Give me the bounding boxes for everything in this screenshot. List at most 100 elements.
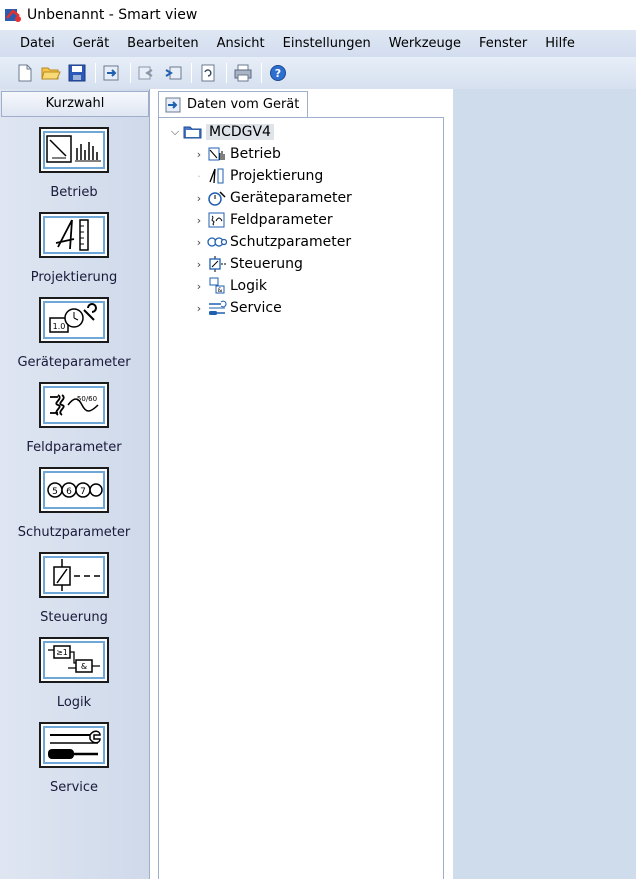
chevron-right-icon[interactable]: › [193,276,205,296]
menu-ansicht[interactable]: Ansicht [208,30,274,57]
tree-item-label: Schutzparameter [230,234,352,250]
tree-item-service[interactable]: › Service [193,298,282,318]
steuerung-icon[interactable] [39,552,109,598]
chevron-right-icon[interactable]: › [193,254,205,274]
logik-node-icon: & [209,277,225,294]
receive-icon [138,66,153,80]
quick-item-service[interactable]: Service [0,722,148,795]
svg-text:&: & [81,662,87,671]
quick-label-schutzparameter: Schutzparameter [17,525,131,540]
tree-item-label: Steuerung [230,256,303,272]
tree-item-steuerung[interactable]: › Steuerung [193,254,303,274]
quick-item-geraeteparameter[interactable]: 1.0 Geräteparameter [0,297,148,370]
workspace-area [453,89,636,879]
send-button[interactable] [162,62,184,84]
quick-item-betrieb[interactable]: Betrieb [0,127,148,200]
schutzparameter-node-icon [207,237,227,247]
new-file-icon [18,64,32,82]
menu-geraet[interactable]: Gerät [64,30,118,57]
refresh-button[interactable] [197,62,219,84]
quick-item-feldparameter[interactable]: 50/60 Feldparameter [0,382,148,455]
chevron-right-icon[interactable]: › [193,298,205,318]
toolbar-separator [130,63,131,83]
svg-text:6: 6 [66,487,72,497]
quickbar-header: Kurzwahl [1,91,149,117]
steuerung-node-icon [209,256,226,272]
tree-item-label: Service [230,300,282,316]
chevron-right-icon[interactable]: › [193,232,205,252]
device-data-icon [165,97,181,112]
menu-datei[interactable]: Datei [11,30,64,57]
tree-item-schutzparameter[interactable]: › Schutzparameter [193,232,351,252]
tree-item-label: Geräteparameter [230,190,352,206]
chevron-right-icon[interactable]: › [193,188,205,208]
svg-text:1.0: 1.0 [53,322,66,331]
quick-label-projektierung: Projektierung [30,270,118,285]
transfer-button[interactable] [101,62,123,84]
open-button[interactable] [40,62,62,84]
chevron-right-icon[interactable]: › [193,210,205,230]
open-folder-icon [41,67,61,80]
tab-label: Daten vom Gerät [187,97,300,112]
quick-label-service: Service [49,780,99,795]
quick-label-feldparameter: Feldparameter [26,440,122,455]
tree-item-feldparameter[interactable]: › Feldparameter [193,210,333,230]
svg-text:5: 5 [52,487,58,497]
quick-label-geraeteparameter: Geräteparameter [17,355,131,370]
tree-item-logik[interactable]: › & Logik [193,276,267,296]
tree-item-geraeteparameter[interactable]: › Geräteparameter [193,188,352,208]
send-icon [165,66,182,80]
service-icon[interactable] [39,722,109,768]
betrieb-icon[interactable] [39,127,109,173]
new-file-button[interactable] [14,62,36,84]
projektierung-node-icon [209,168,224,184]
quick-label-betrieb: Betrieb [50,185,98,200]
folder-icon [183,126,202,139]
menu-fenster[interactable]: Fenster [470,30,536,57]
print-icon [234,64,252,82]
logik-icon[interactable]: ≥1 & [39,637,109,683]
feldparameter-icon[interactable]: 50/60 [39,382,109,428]
menu-bar: Datei Gerät Bearbeiten Ansicht Einstellu… [0,30,636,57]
svg-text:?: ? [275,67,281,80]
geraeteparameter-icon[interactable]: 1.0 [39,297,109,343]
tree-connector: · [197,169,201,183]
tree-view: ⌵ MCDGV4 › Betrieb · Projektierung › Ger… [158,117,444,879]
tree-item-projektierung[interactable]: · Projektierung [193,166,323,186]
toolbar: ? [0,57,636,89]
projektierung-icon[interactable] [39,212,109,258]
tab-daten-vom-geraet[interactable]: Daten vom Gerät [158,91,309,117]
receive-button[interactable] [136,62,158,84]
tree-item-betrieb[interactable]: › Betrieb [193,144,281,164]
print-button[interactable] [232,62,254,84]
save-button[interactable] [66,62,88,84]
tree-item-label: Betrieb [230,146,281,162]
transfer-icon [103,65,119,81]
chevron-down-icon[interactable]: ⌵ [169,122,181,142]
toolbar-separator [261,63,262,83]
menu-bearbeiten[interactable]: Bearbeiten [118,30,207,57]
quick-item-logik[interactable]: ≥1 & Logik [0,637,148,710]
svg-text:7: 7 [80,487,86,497]
menu-einstellungen[interactable]: Einstellungen [274,30,380,57]
quick-label-logik: Logik [56,695,92,710]
service-node-icon [209,300,227,315]
toolbar-separator [191,63,192,83]
refresh-icon [201,64,215,82]
help-button[interactable]: ? [267,62,289,84]
help-icon: ? [270,65,286,81]
quickbar-panel: Kurzwahl Betrieb Projektierung 1.0 Gerät… [0,89,150,879]
toolbar-separator [95,63,96,83]
schutzparameter-icon[interactable]: 5 6 7 [39,467,109,513]
tree-root[interactable]: ⌵ MCDGV4 [169,122,274,142]
quick-item-schutzparameter[interactable]: 5 6 7 Schutzparameter [0,467,148,540]
svg-text:≥1: ≥1 [56,648,68,657]
feldparameter-node-icon [208,212,225,228]
quick-item-projektierung[interactable]: Projektierung [0,212,148,285]
tree-item-label: Logik [230,278,268,294]
menu-werkzeuge[interactable]: Werkzeuge [380,30,470,57]
chevron-right-icon[interactable]: › [193,144,205,164]
menu-hilfe[interactable]: Hilfe [536,30,584,57]
quick-item-steuerung[interactable]: Steuerung [0,552,148,625]
save-icon [68,64,86,82]
